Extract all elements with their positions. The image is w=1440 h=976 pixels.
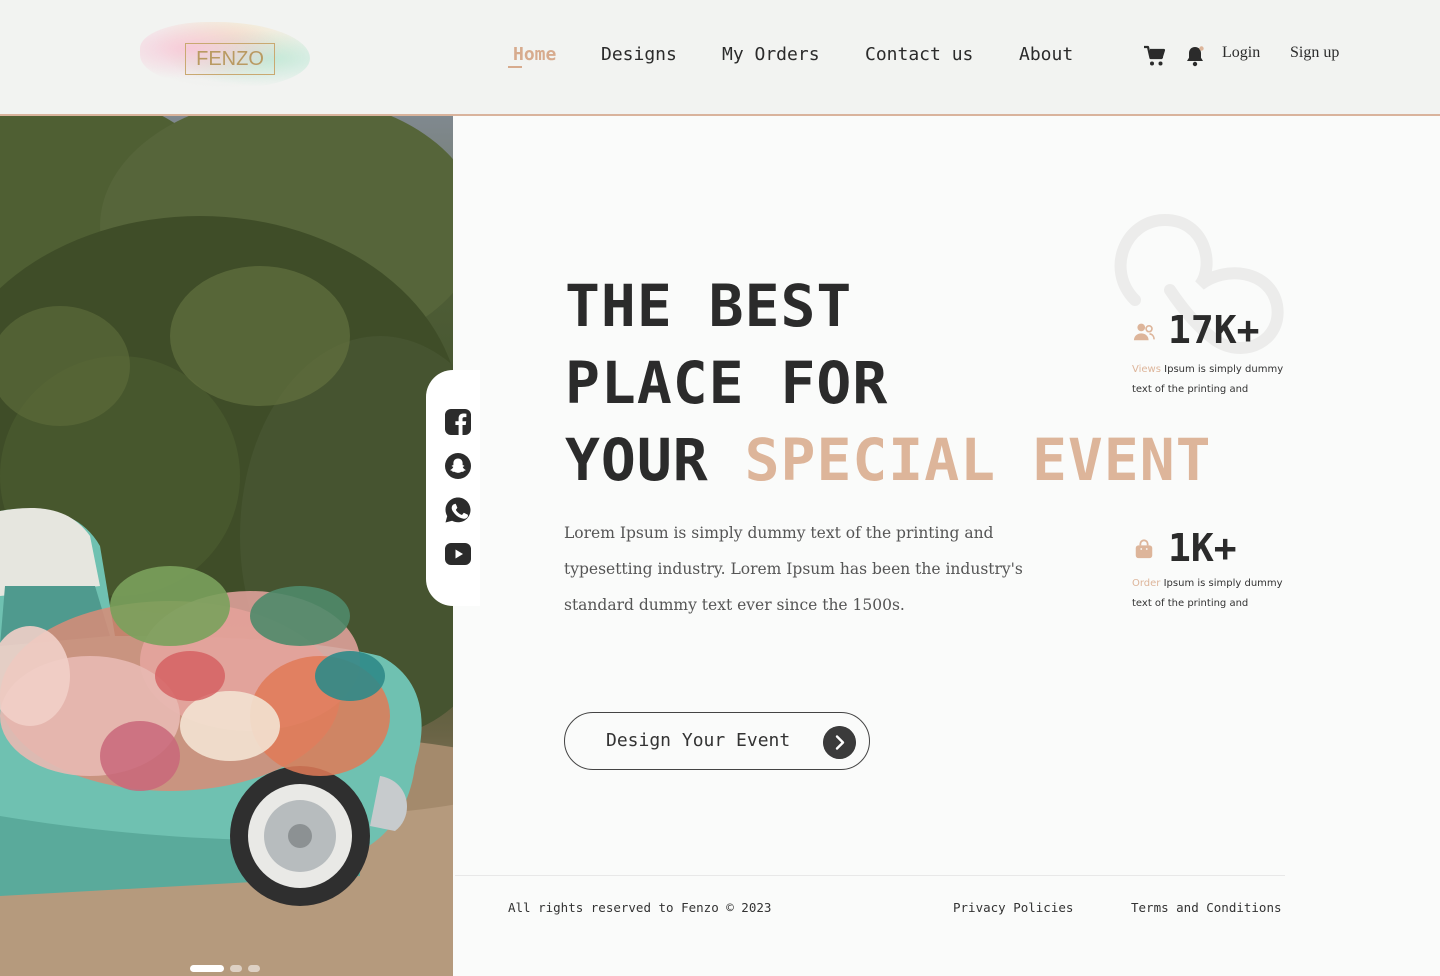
whatsapp-icon[interactable] (444, 496, 472, 524)
terms-and-conditions-link[interactable]: Terms and Conditions (1131, 900, 1282, 915)
signup-link[interactable]: Sign up (1290, 44, 1339, 62)
footer-divider (455, 875, 1285, 876)
site-header: FENZO Home Designs My Orders Contact us … (0, 0, 1440, 116)
orders-stat-description: Order Ipsum is simply dummy text of the … (1132, 574, 1292, 614)
privacy-policies-link[interactable]: Privacy Policies (953, 900, 1073, 915)
carousel-dot-1[interactable] (190, 965, 224, 972)
chevron-right-icon (823, 726, 856, 759)
social-sidebar (426, 370, 480, 606)
orders-stat-desc-line-2: text of the printing and (1132, 598, 1249, 609)
hero-title-plain: YOUR (565, 426, 709, 494)
design-your-event-button[interactable]: Design Your Event (564, 712, 870, 770)
views-stat-desc-line-2: text of the printing and (1132, 384, 1249, 395)
nav-contact-us[interactable]: Contact us (865, 44, 973, 65)
orders-stat-tag: Order (1132, 578, 1161, 589)
login-link[interactable]: Login (1222, 44, 1260, 62)
cta-label: Design Your Event (606, 730, 791, 751)
shopping-bag-icon (1135, 539, 1153, 559)
users-icon (1133, 323, 1155, 341)
hero-title-line-3: YOUR SPECIAL EVENT (565, 426, 1212, 494)
views-stat-tag: Views (1132, 364, 1161, 375)
views-stat-desc-line-1: Ipsum is simply dummy (1164, 364, 1284, 375)
hero-title-line-1: THE BEST (565, 272, 853, 340)
hero-description-line-2: typesetting industry. Lorem Ipsum has be… (564, 560, 1023, 578)
nav-my-orders[interactable]: My Orders (722, 44, 820, 65)
hero-title-line-2: PLACE FOR (565, 349, 889, 417)
views-stat-description: Views Ipsum is simply dummy text of the … (1132, 360, 1292, 400)
hero-description-line-3: standard dummy text ever since the 1500s… (564, 596, 905, 614)
bell-icon[interactable] (1183, 44, 1207, 68)
hero-photo (0, 116, 453, 976)
nav-home[interactable]: Home (507, 44, 556, 68)
orders-stat-value: 1K+ (1168, 526, 1237, 570)
hero-title-accent: SPECIAL EVENT (744, 426, 1212, 494)
hero-description-line-1: Lorem Ipsum is simply dummy text of the … (564, 524, 994, 542)
snapchat-icon[interactable] (444, 452, 472, 480)
hero-description: Lorem Ipsum is simply dummy text of the … (564, 515, 1064, 623)
youtube-icon[interactable] (444, 540, 472, 568)
cart-icon[interactable] (1143, 44, 1167, 68)
carousel-dot-2[interactable] (230, 965, 242, 972)
views-stat-value: 17K+ (1168, 308, 1260, 352)
logo-text: FENZO (185, 43, 275, 75)
nav-designs[interactable]: Designs (601, 44, 677, 65)
orders-stat-desc-line-1: Ipsum is simply dummy (1163, 578, 1283, 589)
footer-copyright: All rights reserved to Fenzo © 2023 (508, 900, 772, 915)
carousel-dot-3[interactable] (248, 965, 260, 972)
decorated-car-illustration (0, 116, 453, 976)
nav-about[interactable]: About (1019, 44, 1073, 65)
facebook-icon[interactable] (444, 408, 472, 436)
brand-logo[interactable]: FENZO (140, 22, 310, 88)
